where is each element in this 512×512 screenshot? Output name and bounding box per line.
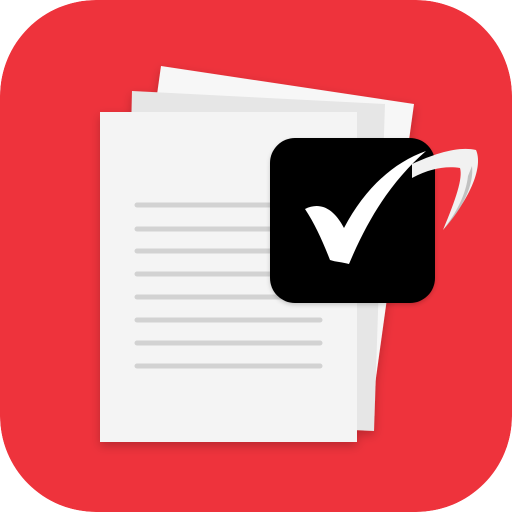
- app-icon: [0, 0, 512, 512]
- document-checklist-icon: [0, 0, 512, 512]
